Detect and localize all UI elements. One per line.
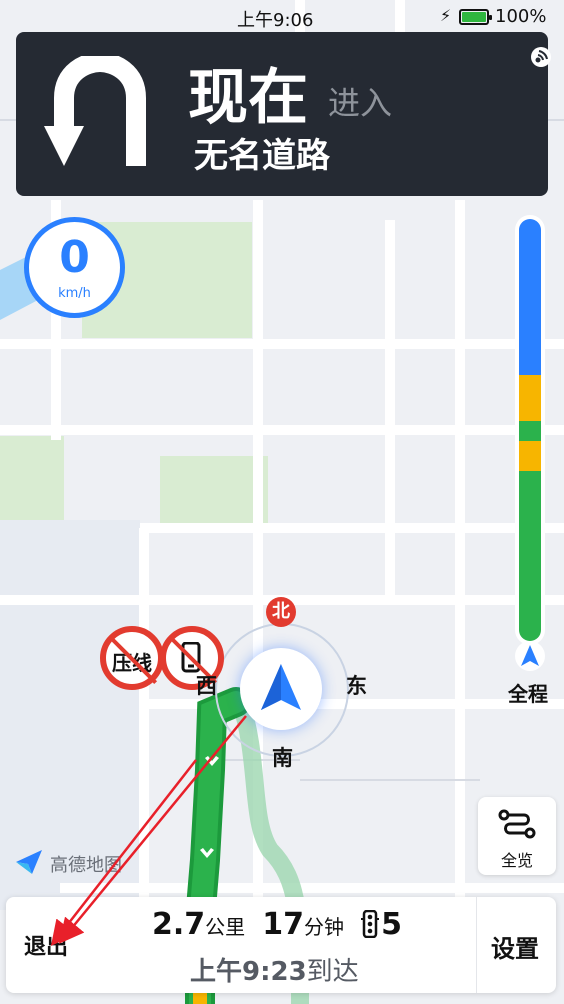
no-line-crossing-sign: 压线	[100, 626, 164, 690]
trip-summary: 2.7公里 17分钟 5	[152, 907, 452, 947]
exit-label: 退出	[24, 935, 69, 960]
gps-signal-icon	[531, 47, 551, 67]
arrival-time: 上午9:23到达	[190, 951, 359, 988]
current-location-marker	[240, 648, 322, 730]
progress-segment-green	[519, 421, 541, 441]
arrival-time-value: 上午9:23	[190, 957, 307, 987]
compass-south: 南	[272, 746, 293, 770]
trip-time-unit: 分钟	[304, 915, 344, 939]
progress-segment-green	[519, 471, 541, 641]
settings-button[interactable]: 设置	[476, 897, 556, 993]
trip-time: 17	[262, 907, 304, 942]
speed-value: 0	[59, 232, 90, 283]
speedometer: 0 km/h	[24, 217, 125, 318]
battery-icon	[459, 9, 492, 25]
trip-distance: 2.7	[152, 907, 206, 942]
exit-button[interactable]: 退出	[6, 897, 94, 993]
progress-segment-yellow	[519, 375, 541, 421]
guidance-road-name: 无名道路	[194, 136, 330, 176]
route-overview-icon	[498, 809, 536, 839]
status-time: 上午9:06	[237, 10, 314, 31]
guidance-distance: 现在	[188, 63, 308, 133]
overview-label: 全览	[500, 851, 533, 870]
compass-east: 东	[346, 674, 367, 698]
full-route-label[interactable]: 全程	[508, 678, 548, 707]
u-turn-icon	[44, 56, 146, 166]
battery-percent: 100%	[495, 6, 547, 27]
status-bar: 上午9:06 ⚡ 100%	[0, 0, 564, 34]
trip-panel: 退出 2.7公里 17分钟 5 上午9:23到达 设置	[6, 897, 556, 993]
car-arrow-icon	[261, 664, 301, 710]
charging-icon: ⚡	[440, 6, 452, 25]
route-progress-bar	[515, 215, 545, 645]
amap-logo-icon	[16, 850, 42, 874]
traffic-light-icon	[361, 910, 380, 938]
progress-segment-yellow	[519, 441, 541, 471]
compass-north: 北	[266, 597, 296, 627]
progress-segment-blue	[519, 219, 541, 375]
guidance-card[interactable]: 现在 进入 无名道路	[16, 32, 551, 196]
compass-west: 西	[196, 674, 217, 698]
speed-unit: km/h	[58, 286, 91, 301]
arrival-suffix: 到达	[306, 957, 359, 987]
full-route-car-icon	[515, 641, 545, 671]
guidance-action: 进入	[328, 84, 393, 122]
settings-label: 设置	[491, 935, 539, 963]
brand-name: 高德地图	[50, 855, 122, 876]
traffic-light-count: 5	[381, 907, 402, 942]
overview-button[interactable]: 全览	[478, 797, 556, 875]
trip-distance-unit: 公里	[205, 915, 246, 939]
